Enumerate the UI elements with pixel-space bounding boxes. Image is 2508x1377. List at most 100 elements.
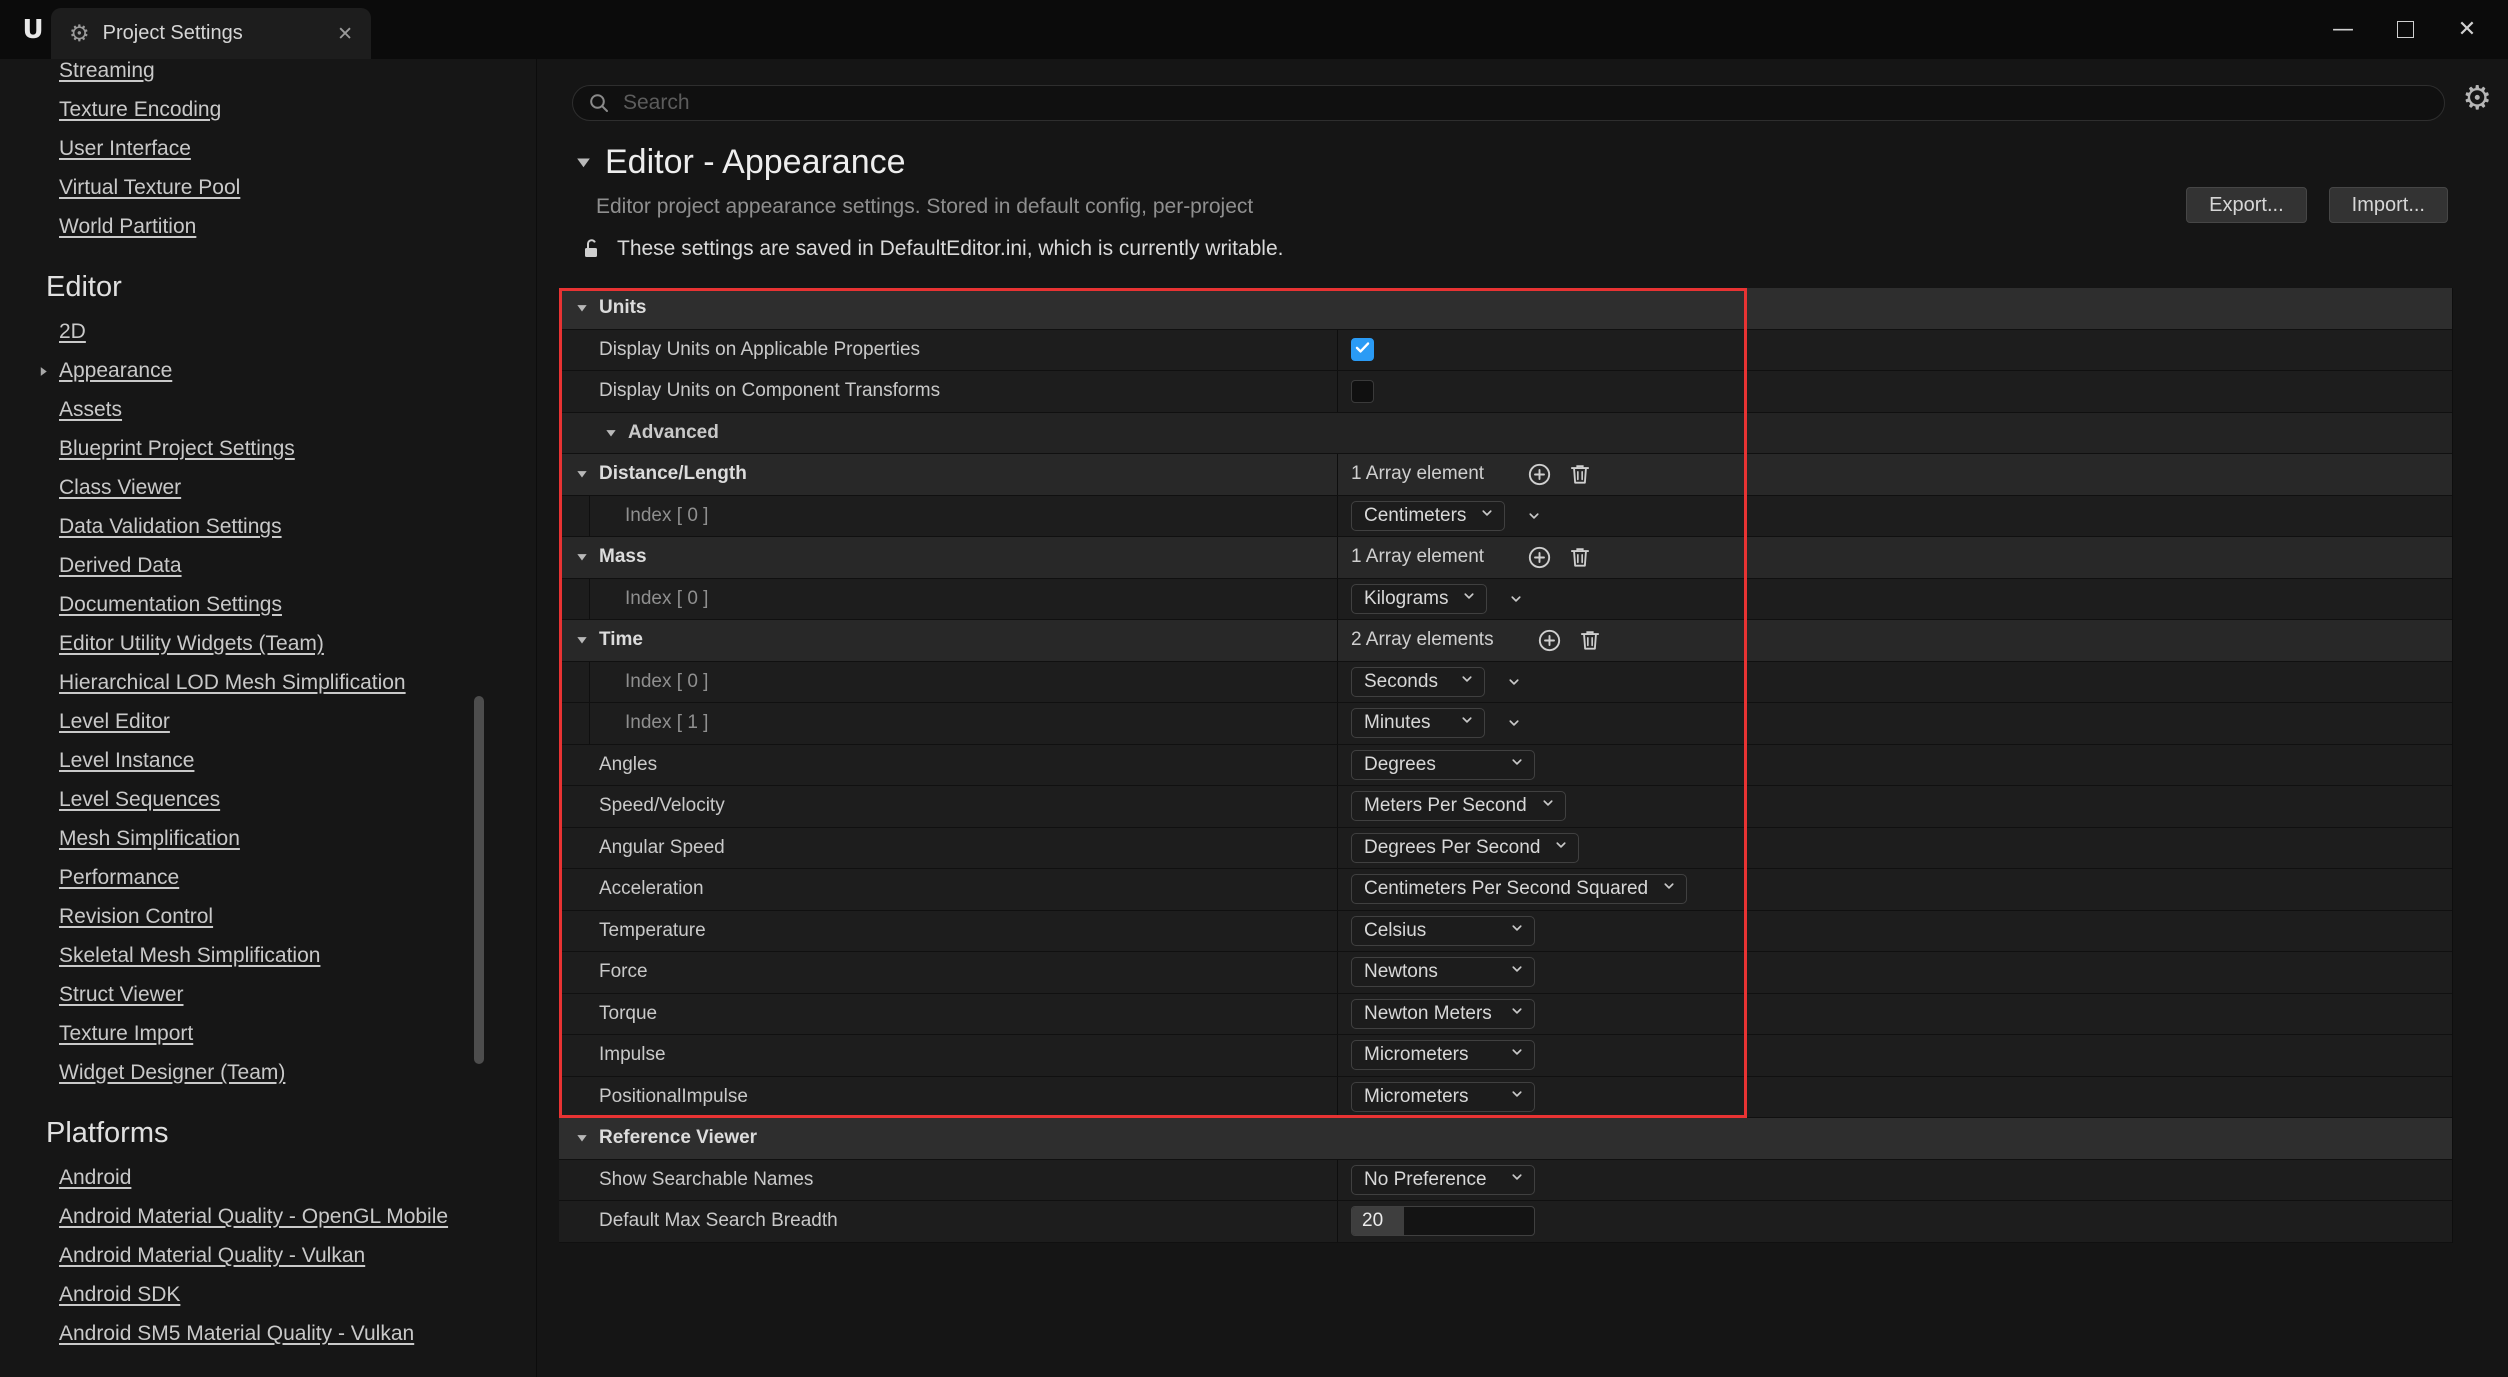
sidebar-item-world-partition[interactable]: World Partition: [0, 207, 536, 246]
sidebar-item-data-validation-settings[interactable]: Data Validation Settings: [0, 507, 536, 546]
sidebar-item-hierarchical-lod-mesh-simplification[interactable]: Hierarchical LOD Mesh Simplification: [0, 663, 536, 702]
sidebar-item-android-sm5-material-quality-vulkan[interactable]: Android SM5 Material Quality - Vulkan: [0, 1314, 536, 1353]
sidebar-scrollbar[interactable]: [474, 696, 484, 1064]
sidebar-item-documentation-settings[interactable]: Documentation Settings: [0, 585, 536, 624]
settings-advanced-header[interactable]: Advanced: [559, 413, 2452, 455]
settings-row: Speed/VelocityMeters Per Second: [559, 786, 2452, 828]
sidebar-item-texture-import[interactable]: Texture Import: [0, 1014, 536, 1053]
maximize-button[interactable]: [2374, 0, 2436, 59]
sidebar-item-label: Android Material Quality - Vulkan: [59, 1244, 365, 1267]
setting-label-cell: Angular Speed: [559, 828, 1337, 869]
setting-label-cell: Torque: [559, 994, 1337, 1035]
setting-value-cell: No Preference: [1337, 1160, 2452, 1201]
sidebar-item-label: Widget Designer (Team): [59, 1061, 285, 1084]
page-subtitle: Editor project appearance settings. Stor…: [596, 195, 1253, 219]
project-settings-icon: ⚙: [69, 21, 90, 47]
dropdown-acceleration[interactable]: Centimeters Per Second Squared: [1351, 874, 1687, 904]
import-button[interactable]: Import...: [2329, 187, 2448, 223]
sidebar-item-user-interface[interactable]: User Interface: [0, 129, 536, 168]
add-array-element-button[interactable]: [1526, 544, 1553, 571]
settings-category-header[interactable]: Reference Viewer: [559, 1118, 2452, 1160]
settings-array-header[interactable]: Distance/Length1 Array element: [559, 454, 2452, 496]
dropdown-index-0-kilograms[interactable]: Kilograms: [1351, 584, 1487, 614]
search-bar: [572, 85, 2445, 121]
setting-label: Angular Speed: [599, 837, 725, 859]
sidebar-item-android[interactable]: Android: [0, 1158, 536, 1197]
sidebar-item-class-viewer[interactable]: Class Viewer: [0, 468, 536, 507]
view-options-gear-icon[interactable]: ⚙: [2462, 81, 2492, 114]
dropdown-speed-velocity[interactable]: Meters Per Second: [1351, 791, 1566, 821]
setting-label-cell: Display Units on Applicable Properties: [559, 330, 1337, 371]
dropdown-show-searchable-names[interactable]: No Preference: [1351, 1165, 1535, 1195]
sidebar-item-skeletal-mesh-simplification[interactable]: Skeletal Mesh Simplification: [0, 936, 536, 975]
checkbox-display-units-on-component-transforms[interactable]: [1351, 380, 1374, 403]
sidebar-item-struct-viewer[interactable]: Struct Viewer: [0, 975, 536, 1014]
sidebar-item-level-sequences[interactable]: Level Sequences: [0, 780, 536, 819]
sidebar-item-blueprint-project-settings[interactable]: Blueprint Project Settings: [0, 429, 536, 468]
settings-category-header[interactable]: Units: [559, 288, 2452, 330]
tab-close-icon[interactable]: ✕: [337, 23, 353, 45]
sidebar-item-mesh-simplification[interactable]: Mesh Simplification: [0, 819, 536, 858]
sidebar-item-level-instance[interactable]: Level Instance: [0, 741, 536, 780]
array-element-options-chevron-icon[interactable]: [1517, 501, 1551, 531]
settings-array-header[interactable]: Mass1 Array element: [559, 537, 2452, 579]
delete-array-button[interactable]: [1567, 544, 1593, 570]
delete-array-button[interactable]: [1567, 461, 1593, 487]
dropdown-force[interactable]: Newtons: [1351, 957, 1535, 987]
dropdown-angles[interactable]: Degrees: [1351, 750, 1535, 780]
array-element-options-chevron-icon[interactable]: [1499, 584, 1533, 614]
dropdown-angular-speed[interactable]: Degrees Per Second: [1351, 833, 1579, 863]
sidebar-item-editor-utility-widgets-team[interactable]: Editor Utility Widgets (Team): [0, 624, 536, 663]
number-input-default-max-search-breadth[interactable]: 20: [1351, 1206, 1535, 1236]
array-element-options-chevron-icon[interactable]: [1497, 708, 1531, 738]
dropdown-temperature[interactable]: Celsius: [1351, 916, 1535, 946]
dropdown-impulse[interactable]: Micrometers: [1351, 1040, 1535, 1070]
sidebar-item-performance[interactable]: Performance: [0, 858, 536, 897]
array-element-count: 1 Array element: [1351, 546, 1484, 568]
setting-label: Time: [599, 629, 643, 651]
search-input[interactable]: [621, 90, 2430, 116]
sidebar-item-android-material-quality-vulkan[interactable]: Android Material Quality - Vulkan: [0, 1236, 536, 1275]
sidebar-item-revision-control[interactable]: Revision Control: [0, 897, 536, 936]
sidebar-item-texture-encoding[interactable]: Texture Encoding: [0, 90, 536, 129]
sidebar-item-2d[interactable]: 2D: [0, 312, 536, 351]
add-array-element-button[interactable]: [1536, 627, 1563, 654]
dropdown-index-1-minutes[interactable]: Minutes: [1351, 708, 1485, 738]
sidebar-item-label: Hierarchical LOD Mesh Simplification: [59, 671, 406, 694]
delete-array-button[interactable]: [1577, 627, 1603, 653]
checkbox-display-units-on-applicable-properties[interactable]: [1351, 338, 1374, 361]
tab-project-settings[interactable]: ⚙ Project Settings ✕: [51, 8, 371, 59]
sidebar-item-assets[interactable]: Assets: [0, 390, 536, 429]
sidebar-item-label: Streaming: [59, 59, 155, 82]
sidebar-item-label: Editor Utility Widgets (Team): [59, 632, 324, 655]
sidebar-item-android-sdk[interactable]: Android SDK: [0, 1275, 536, 1314]
section-collapse-icon[interactable]: [574, 153, 593, 172]
minimize-button[interactable]: —: [2312, 0, 2374, 59]
sidebar-item-appearance[interactable]: Appearance: [0, 351, 536, 390]
dropdown-positionalimpulse[interactable]: Micrometers: [1351, 1082, 1535, 1112]
sidebar-item-label: User Interface: [59, 137, 191, 160]
dropdown-index-0-centimeters[interactable]: Centimeters: [1351, 501, 1505, 531]
settings-array-header[interactable]: Time2 Array elements: [559, 620, 2452, 662]
array-element-options-chevron-icon[interactable]: [1497, 667, 1531, 697]
sidebar-item-label: Data Validation Settings: [59, 515, 282, 538]
sidebar-item-virtual-texture-pool[interactable]: Virtual Texture Pool: [0, 168, 536, 207]
collapse-arrow-icon: [575, 301, 589, 315]
dropdown-torque[interactable]: Newton Meters: [1351, 999, 1535, 1029]
export-button[interactable]: Export...: [2186, 187, 2306, 223]
dropdown-index-0-seconds[interactable]: Seconds: [1351, 667, 1485, 697]
setting-label: Display Units on Component Transforms: [599, 380, 940, 402]
sidebar-item-level-editor[interactable]: Level Editor: [0, 702, 536, 741]
sidebar-item-widget-designer-team[interactable]: Widget Designer (Team): [0, 1053, 536, 1092]
sidebar-item-derived-data[interactable]: Derived Data: [0, 546, 536, 585]
settings-row: Index [ 0 ]Kilograms: [559, 579, 2452, 621]
setting-value-cell: Meters Per Second: [1337, 786, 2452, 827]
close-button[interactable]: ✕: [2436, 0, 2498, 59]
sidebar-item-label: Texture Encoding: [59, 98, 221, 121]
indent-guide-line: [589, 703, 590, 744]
sidebar-item-android-material-quality-opengl-mobile[interactable]: Android Material Quality - OpenGL Mobile: [0, 1197, 536, 1236]
add-array-element-button[interactable]: [1526, 461, 1553, 488]
sidebar-item-streaming[interactable]: Streaming: [0, 59, 536, 90]
sidebar-item-label: Documentation Settings: [59, 593, 282, 616]
setting-value-cell: Seconds: [1337, 662, 2452, 703]
